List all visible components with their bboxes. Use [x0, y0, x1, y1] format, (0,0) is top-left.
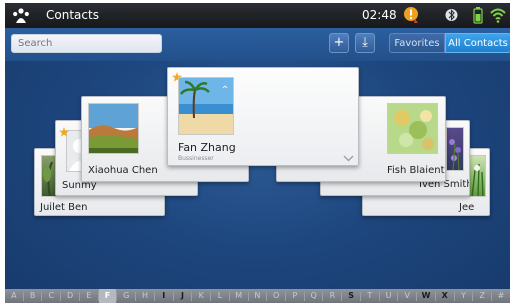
status-bar: Contacts 02:48: [5, 3, 510, 28]
index-letter-a[interactable]: A: [5, 289, 23, 303]
contact-name: Fish Blaient: [387, 165, 445, 176]
contact-name: Fan Zhang: [178, 141, 236, 154]
contact-name: Jee: [459, 202, 475, 213]
alphabet-index-bar: A B C D E F G H I J K L M N O P Q R S T U V W X Y Z #: [5, 289, 510, 303]
import-button[interactable]: ⤓: [355, 33, 375, 53]
battery-icon: [473, 7, 483, 24]
index-letter-g[interactable]: G: [117, 289, 135, 303]
index-letter-r[interactable]: R: [323, 289, 341, 303]
wifi-icon: [490, 8, 506, 23]
landscape-photo-icon: [88, 103, 139, 154]
status-clock: 02:48: [362, 8, 397, 22]
index-letter-e[interactable]: E: [80, 289, 98, 303]
index-letter-x[interactable]: X: [436, 289, 454, 303]
search-input[interactable]: [11, 34, 162, 53]
beach-photo-icon: [178, 77, 234, 135]
tab-all-contacts[interactable]: All Contacts: [445, 33, 510, 53]
grass-photo-icon: [468, 155, 486, 197]
index-letter-b[interactable]: B: [24, 289, 42, 303]
index-letter-i[interactable]: I: [155, 289, 173, 303]
lavender-photo-icon: [446, 127, 464, 171]
index-letter-l[interactable]: L: [211, 289, 229, 303]
index-letter-u[interactable]: U: [380, 289, 398, 303]
contact-subtitle: Bussinesser: [178, 155, 214, 162]
index-letter-m[interactable]: M: [230, 289, 248, 303]
index-letter-v[interactable]: V: [398, 289, 416, 303]
add-contact-button[interactable]: +: [329, 33, 349, 53]
index-letter-h[interactable]: H: [136, 289, 154, 303]
index-letter-s[interactable]: S: [342, 289, 360, 303]
index-letter-z[interactable]: Z: [473, 289, 491, 303]
toolbar: + ⤓ Favorites All Contacts: [5, 28, 510, 61]
index-letter-q[interactable]: Q: [305, 289, 323, 303]
bluetooth-icon: [445, 9, 458, 21]
index-letter-o[interactable]: O: [267, 289, 285, 303]
index-letter-hash[interactable]: #: [492, 289, 510, 303]
index-letter-d[interactable]: D: [61, 289, 79, 303]
chevron-down-icon[interactable]: [343, 155, 354, 162]
contacts-screen: Contacts 02:48 + ⤓ Favorites All C: [5, 3, 510, 303]
index-letter-c[interactable]: C: [42, 289, 60, 303]
contact-name: Xiaohua Chen: [88, 165, 158, 176]
index-letter-t[interactable]: T: [361, 289, 379, 303]
index-letter-y[interactable]: Y: [455, 289, 473, 303]
favorite-star-icon: [59, 127, 69, 137]
index-letter-j[interactable]: J: [174, 289, 192, 303]
index-letter-p[interactable]: P: [286, 289, 304, 303]
index-letter-k[interactable]: K: [192, 289, 210, 303]
app-title: Contacts: [46, 8, 99, 22]
alert-icon: [404, 7, 418, 23]
index-letter-f[interactable]: F: [98, 289, 117, 303]
contacts-app-icon[interactable]: [12, 7, 30, 24]
index-letter-n[interactable]: N: [249, 289, 267, 303]
tab-favorites[interactable]: Favorites: [389, 33, 445, 53]
contact-name: Juilet Ben: [40, 202, 88, 213]
flower-photo-icon: [387, 103, 438, 154]
index-letter-w[interactable]: W: [417, 289, 435, 303]
contact-card-fan-zhang[interactable]: Fan Zhang Bussinesser: [167, 67, 359, 166]
